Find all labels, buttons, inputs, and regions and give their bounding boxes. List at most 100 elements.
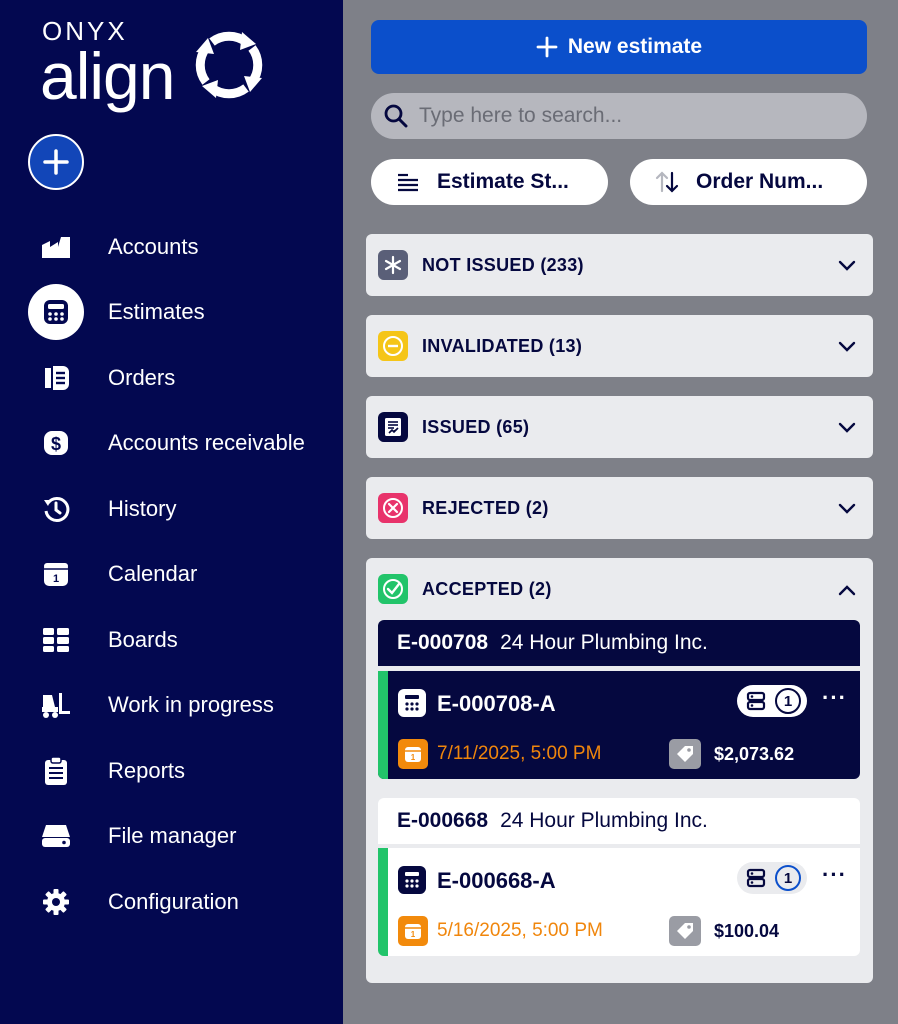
estimate-card[interactable]: E-000668 24 Hour Plumbing Inc. E-000668-… bbox=[378, 798, 860, 956]
stack-icon bbox=[746, 691, 766, 711]
group-invalidated[interactable]: INVALIDATED (13) bbox=[366, 315, 873, 377]
group-label: INVALIDATED (13) bbox=[422, 335, 583, 356]
orders-icon bbox=[28, 350, 84, 406]
estimate-version-row[interactable]: E-000708-A 1 ··· 1 7/11/2025, 5:00 PM $2… bbox=[378, 671, 860, 779]
svg-text:1: 1 bbox=[411, 930, 416, 939]
sidebar-item-history[interactable]: History bbox=[0, 476, 343, 542]
filter-lines-icon bbox=[395, 169, 421, 195]
estimate-card-header: E-000668 24 Hour Plumbing Inc. bbox=[378, 798, 860, 844]
group-label: ISSUED (65) bbox=[422, 416, 530, 437]
company-name: 24 Hour Plumbing Inc. bbox=[500, 631, 708, 654]
count-circle: 1 bbox=[775, 688, 801, 714]
sidebar-item-label: Reports bbox=[108, 757, 186, 783]
check-circle-icon bbox=[378, 574, 408, 604]
svg-text:1: 1 bbox=[411, 753, 416, 762]
price-tag-icon bbox=[669, 739, 701, 769]
quick-add-button[interactable] bbox=[28, 134, 84, 190]
plus-icon bbox=[43, 149, 69, 175]
clipboard-icon bbox=[28, 743, 84, 799]
logo-cycle-icon bbox=[195, 31, 263, 99]
x-circle-icon bbox=[378, 493, 408, 523]
search-icon bbox=[384, 104, 408, 128]
estimate-total: $100.04 bbox=[714, 921, 780, 941]
status-filter-button[interactable]: Estimate St... bbox=[371, 159, 608, 205]
sidebar-item-calendar[interactable]: 1 Calendar bbox=[0, 542, 343, 608]
estimate-version-id: E-000708-A bbox=[437, 691, 556, 716]
sort-button[interactable]: Order Num... bbox=[630, 159, 867, 205]
group-not-issued[interactable]: NOT ISSUED (233) bbox=[366, 234, 873, 296]
sidebar-item-accounts-receivable[interactable]: $ Accounts receivable bbox=[0, 411, 343, 477]
group-label: ACCEPTED (2) bbox=[422, 578, 552, 599]
sidebar-item-orders[interactable]: Orders bbox=[0, 345, 343, 411]
sort-arrows-icon bbox=[654, 169, 680, 195]
sidebar-item-configuration[interactable]: Configuration bbox=[0, 869, 343, 935]
calendar-icon: 1 bbox=[398, 739, 428, 769]
estimate-version-row[interactable]: E-000668-A 1 ··· 1 5/16/2025, 5:00 PM $1… bbox=[378, 848, 860, 956]
sort-label: Order Num... bbox=[696, 170, 824, 193]
estimate-version-id: E-000668-A bbox=[437, 868, 556, 893]
sidebar-item-label: Work in progress bbox=[108, 692, 274, 718]
sidebar-item-accounts[interactable]: Accounts bbox=[0, 214, 343, 280]
group-label: REJECTED (2) bbox=[422, 497, 549, 518]
factory-icon bbox=[28, 219, 84, 275]
asterisk-icon bbox=[378, 250, 408, 280]
sidebar-item-label: Configuration bbox=[108, 888, 239, 914]
more-options-button[interactable]: ··· bbox=[822, 685, 847, 711]
calendar-icon: 1 bbox=[28, 546, 84, 602]
sidebar-item-label: File manager bbox=[108, 823, 237, 849]
new-estimate-button[interactable]: New estimate bbox=[371, 20, 867, 74]
plus-icon bbox=[536, 36, 558, 58]
sidebar-item-label: Boards bbox=[108, 626, 178, 652]
svg-text:$: $ bbox=[51, 434, 61, 454]
sidebar-item-boards[interactable]: Boards bbox=[0, 607, 343, 673]
due-date: 7/11/2025, 5:00 PM bbox=[437, 743, 602, 764]
gear-icon bbox=[28, 874, 84, 930]
group-accepted: ACCEPTED (2) E-000708 24 Hour Plumbing I… bbox=[366, 558, 873, 983]
stack-icon bbox=[746, 868, 766, 888]
sidebar-item-estimates[interactable]: Estimates bbox=[0, 280, 343, 346]
count-circle: 1 bbox=[775, 865, 801, 891]
search-bar[interactable] bbox=[371, 93, 867, 139]
search-input[interactable] bbox=[419, 104, 839, 128]
sidebar-item-label: Accounts receivable bbox=[108, 430, 305, 456]
filter-label: Estimate St... bbox=[437, 170, 569, 193]
calculator-icon bbox=[398, 866, 426, 894]
logo-align-text: align bbox=[40, 39, 175, 113]
sidebar-item-label: Orders bbox=[108, 364, 176, 390]
group-rejected[interactable]: REJECTED (2) bbox=[366, 477, 873, 539]
main-panel: New estimate Estimate St... Order Num...… bbox=[343, 0, 898, 1024]
onyx-align-logo: ONYX align bbox=[40, 14, 280, 114]
price-tag-icon bbox=[669, 916, 701, 946]
boards-icon bbox=[28, 612, 84, 668]
sidebar: ONYX align Accounts Estimates Orders $ A… bbox=[0, 0, 343, 1024]
dollar-icon: $ bbox=[28, 415, 84, 471]
new-estimate-label: New estimate bbox=[567, 35, 703, 58]
versions-badge[interactable]: 1 bbox=[737, 862, 807, 894]
history-icon bbox=[28, 481, 84, 537]
chevron-down-icon bbox=[838, 260, 856, 271]
sidebar-item-label: History bbox=[108, 495, 177, 521]
sidebar-item-reports[interactable]: Reports bbox=[0, 738, 343, 804]
svg-text:1: 1 bbox=[53, 573, 59, 585]
group-accepted-header[interactable]: ACCEPTED (2) bbox=[366, 558, 873, 620]
calculator-icon bbox=[398, 689, 426, 717]
sidebar-nav: Accounts Estimates Orders $ Accounts rec… bbox=[0, 214, 343, 935]
sidebar-item-work-in-progress[interactable]: Work in progress bbox=[0, 673, 343, 739]
company-name: 24 Hour Plumbing Inc. bbox=[500, 809, 708, 832]
chevron-down-icon bbox=[838, 341, 856, 352]
sidebar-item-label: Calendar bbox=[108, 561, 198, 587]
more-options-button[interactable]: ··· bbox=[822, 862, 847, 888]
estimate-card[interactable]: E-000708 24 Hour Plumbing Inc. E-000708-… bbox=[378, 620, 860, 779]
forklift-icon bbox=[28, 677, 84, 733]
estimate-card-header: E-000708 24 Hour Plumbing Inc. bbox=[378, 620, 860, 666]
calendar-icon: 1 bbox=[398, 916, 428, 946]
group-issued[interactable]: ISSUED (65) bbox=[366, 396, 873, 458]
chevron-up-icon bbox=[838, 585, 856, 596]
sidebar-item-label: Estimates bbox=[108, 299, 205, 325]
versions-badge[interactable]: 1 bbox=[737, 685, 807, 717]
chevron-down-icon bbox=[838, 422, 856, 433]
sidebar-item-file-manager[interactable]: File manager bbox=[0, 804, 343, 870]
estimate-number: E-000708 bbox=[397, 631, 489, 654]
version-count: 1 bbox=[783, 692, 793, 710]
signed-document-icon bbox=[378, 412, 408, 442]
